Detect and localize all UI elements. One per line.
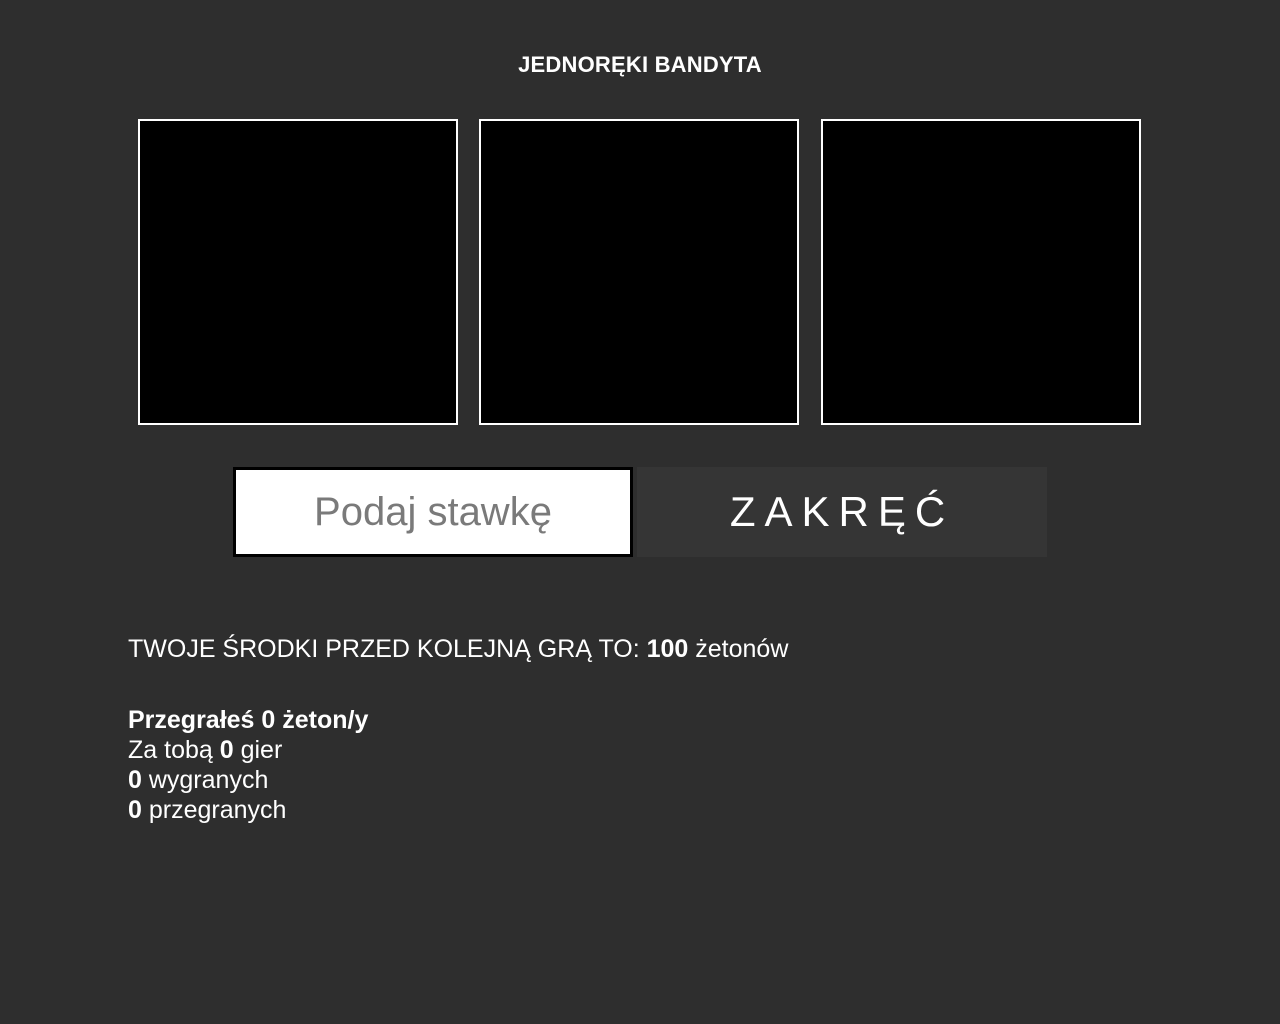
games-count: 0 bbox=[219, 736, 234, 764]
game-title: JEDNORĘKI BANDYTA bbox=[518, 52, 762, 77]
funds-amount: 100 bbox=[646, 635, 689, 663]
losses-stat: 0 przegranych bbox=[128, 796, 287, 824]
last-result: Przegrałeś 0 żeton/y bbox=[128, 706, 369, 734]
slot-reel-2 bbox=[479, 119, 799, 425]
funds-label: TWOJE ŚRODKI PRZED KOLEJNĄ GRĄ TO: bbox=[128, 635, 647, 663]
wins-count: 0 bbox=[128, 766, 142, 794]
game-stats: Przegrałeś 0 żeton/y Za tobą 0 gier 0 wy… bbox=[128, 705, 368, 825]
bet-input[interactable] bbox=[233, 467, 633, 557]
slot-reel-1 bbox=[138, 119, 458, 425]
spin-button[interactable]: ZAKRĘĆ bbox=[637, 467, 1047, 557]
funds-status: TWOJE ŚRODKI PRZED KOLEJNĄ GRĄ TO: 100 ż… bbox=[128, 635, 788, 664]
funds-unit: żetonów bbox=[688, 635, 789, 663]
wins-stat: 0 wygranych bbox=[128, 766, 269, 794]
losses-count: 0 bbox=[128, 796, 142, 824]
slot-reel-3 bbox=[821, 119, 1141, 425]
games-played: Za tobą 0 gier bbox=[128, 736, 283, 764]
